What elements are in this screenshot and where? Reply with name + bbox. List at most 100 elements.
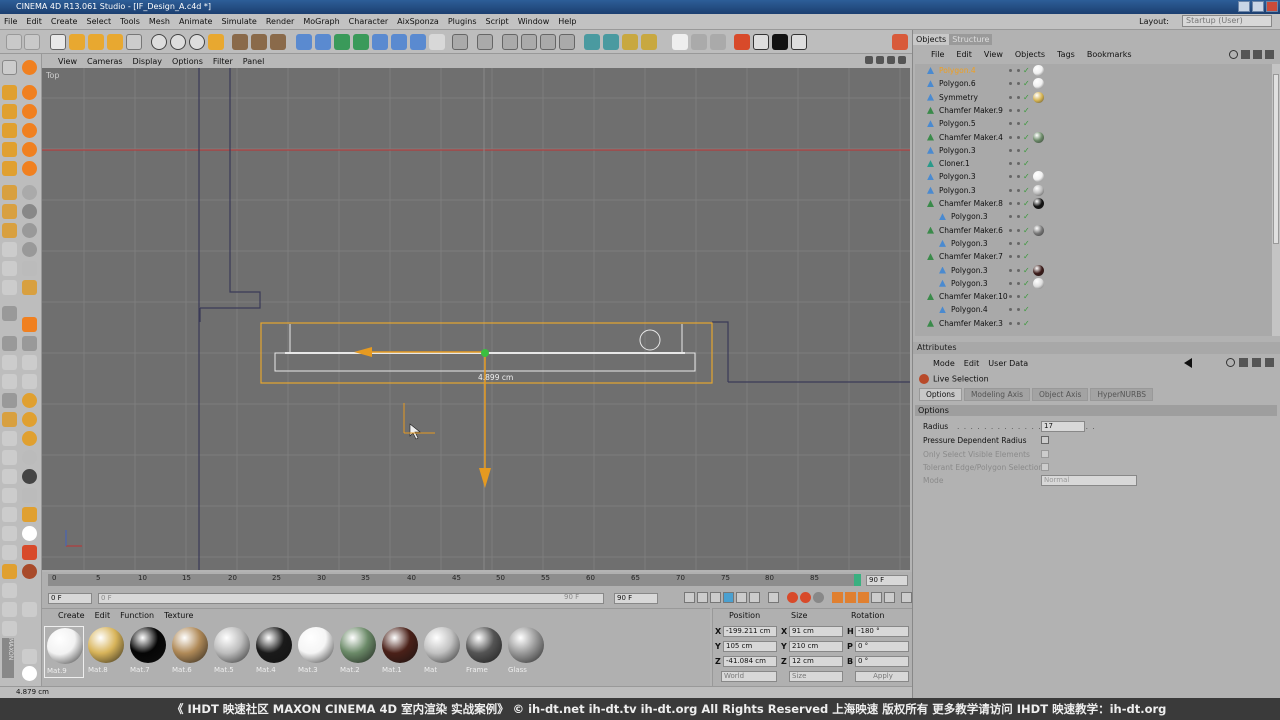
next-key-icon[interactable] — [749, 592, 760, 603]
viewport-menu-display[interactable]: Display — [133, 57, 163, 66]
mirror-icon[interactable] — [2, 355, 17, 370]
visibility-dot-icon[interactable] — [1009, 108, 1012, 112]
weight-icon[interactable] — [2, 469, 17, 484]
enabled-check-icon[interactable]: ✓ — [1023, 170, 1030, 183]
object-row[interactable]: Polygon.5 ✓ — [915, 117, 1273, 130]
menu-render[interactable]: Render — [266, 17, 294, 26]
lock-icon[interactable] — [1239, 358, 1248, 367]
material-menu-edit[interactable]: Edit — [95, 611, 111, 620]
object-row[interactable]: Polygon.3 ✓ — [915, 237, 1273, 250]
render-picture-viewer-icon[interactable] — [251, 34, 267, 50]
size-mode-dropdown[interactable]: Size — [789, 671, 843, 682]
pla-key-icon[interactable] — [884, 592, 895, 603]
undo-icon[interactable] — [6, 34, 22, 50]
attributes-new-icon[interactable] — [1252, 358, 1261, 367]
tab-object-axis[interactable]: Object Axis — [1032, 388, 1089, 401]
workplane-y-icon[interactable] — [540, 34, 556, 50]
object-row[interactable]: Polygon.3 ✓ — [915, 264, 1273, 277]
magnet-icon[interactable] — [22, 185, 37, 200]
workplane-x-icon[interactable] — [521, 34, 537, 50]
joint-icon[interactable] — [2, 450, 17, 465]
tab-options[interactable]: Options — [919, 388, 962, 401]
object-row[interactable]: Polygon.3 ✓ — [915, 277, 1273, 290]
texture-mode-icon[interactable] — [22, 85, 37, 100]
axis-icon[interactable] — [22, 123, 37, 138]
autokey-icon[interactable] — [800, 592, 811, 603]
visibility-dot-icon[interactable] — [1009, 82, 1012, 86]
coordinate-system-icon[interactable] — [208, 34, 224, 50]
material-tag-icon[interactable] — [1033, 91, 1044, 103]
floor-icon[interactable] — [391, 34, 407, 50]
visibility-dot-icon[interactable] — [1009, 281, 1012, 285]
render-dot-icon[interactable] — [1017, 82, 1020, 86]
render-dot-icon[interactable] — [1017, 188, 1020, 192]
render-dot-icon[interactable] — [1017, 281, 1020, 285]
material-menu-create[interactable]: Create — [58, 611, 85, 620]
visibility-dot-icon[interactable] — [1009, 241, 1012, 245]
enabled-check-icon[interactable]: ✓ — [1023, 184, 1030, 197]
current-frame-field[interactable]: 0 F — [98, 593, 604, 604]
white-sphere-icon[interactable] — [22, 526, 37, 541]
keyframe-selection-icon[interactable] — [813, 592, 824, 603]
pressure-checkbox[interactable] — [1041, 436, 1049, 444]
object-row[interactable]: Symmetry ✓ — [915, 91, 1273, 104]
material-swatch[interactable]: Mat.7 — [128, 626, 168, 678]
material-tag-icon[interactable] — [1033, 198, 1044, 209]
object-row[interactable]: Polygon.3 ✓ — [915, 170, 1273, 183]
slide-icon[interactable] — [22, 393, 37, 408]
end-frame-field[interactable]: 90 F — [866, 575, 908, 586]
render-dot-icon[interactable] — [1017, 162, 1020, 166]
menu-file[interactable]: File — [4, 17, 17, 26]
gradient-icon[interactable] — [2, 545, 17, 560]
viewport-canvas[interactable] — [42, 68, 910, 570]
display-icon[interactable] — [672, 34, 688, 50]
deform-tool-icon[interactable] — [22, 431, 37, 446]
move-view-icon[interactable] — [865, 56, 873, 64]
render-dot-icon[interactable] — [1017, 268, 1020, 272]
light-icon[interactable] — [429, 34, 445, 50]
enabled-check-icon[interactable]: ✓ — [1023, 224, 1030, 237]
cloth-icon[interactable] — [2, 488, 17, 503]
pos-x-field[interactable]: -199.211 cm — [723, 626, 777, 637]
rot-b-field[interactable]: 0 ° — [855, 656, 909, 667]
object-menu-file[interactable]: File — [931, 50, 944, 59]
scrollbar-thumb[interactable] — [1273, 74, 1279, 244]
max-frame-field[interactable]: 90 F — [614, 593, 658, 604]
select-icon[interactable] — [2, 564, 17, 579]
position-key-icon[interactable] — [832, 592, 843, 603]
hair-icon[interactable] — [2, 431, 17, 446]
render-dot-icon[interactable] — [1017, 108, 1020, 112]
object-row[interactable]: Cloner.1 ✓ — [915, 157, 1273, 170]
previous-frame-icon[interactable] — [710, 592, 721, 603]
visibility-dot-icon[interactable] — [1009, 95, 1012, 99]
record-key-icon[interactable] — [787, 592, 798, 603]
tab-hypernurbs[interactable]: HyperNURBS — [1090, 388, 1154, 401]
enabled-check-icon[interactable]: ✓ — [1023, 197, 1030, 210]
render-dot-icon[interactable] — [1017, 175, 1020, 179]
spline-pen-icon[interactable] — [315, 34, 331, 50]
nurbs-icon[interactable] — [334, 34, 350, 50]
visibility-dot-icon[interactable] — [1009, 255, 1012, 259]
object-mode-icon[interactable] — [2, 85, 17, 100]
visibility-dot-icon[interactable] — [1009, 162, 1012, 166]
deformer-icon[interactable] — [372, 34, 388, 50]
object-row[interactable]: Chamfer Maker.6 ✓ — [915, 224, 1273, 237]
paint-icon[interactable] — [2, 161, 17, 176]
render-dot-icon[interactable] — [1017, 228, 1020, 232]
parameter-key-icon[interactable] — [871, 592, 882, 603]
rotation-key-icon[interactable] — [858, 592, 869, 603]
coordinate-mode-dropdown[interactable]: World — [721, 671, 777, 682]
edges-mode-icon[interactable] — [641, 34, 657, 50]
material-swatch[interactable]: Mat — [422, 626, 462, 678]
menu-edit[interactable]: Edit — [26, 17, 42, 26]
object-menu-edit[interactable]: Edit — [956, 50, 972, 59]
camera-icon[interactable] — [410, 34, 426, 50]
scale-icon[interactable] — [88, 34, 104, 50]
size-x-field[interactable]: 91 cm — [789, 626, 843, 637]
maximize-button[interactable] — [1252, 1, 1264, 12]
viewport-menu-cameras[interactable]: Cameras — [87, 57, 123, 66]
monitor-icon[interactable] — [22, 649, 37, 664]
render-dot-icon[interactable] — [1017, 95, 1020, 99]
top-viewport[interactable]: Top 4.899 cm — [42, 68, 910, 570]
enabled-check-icon[interactable]: ✓ — [1023, 290, 1030, 303]
